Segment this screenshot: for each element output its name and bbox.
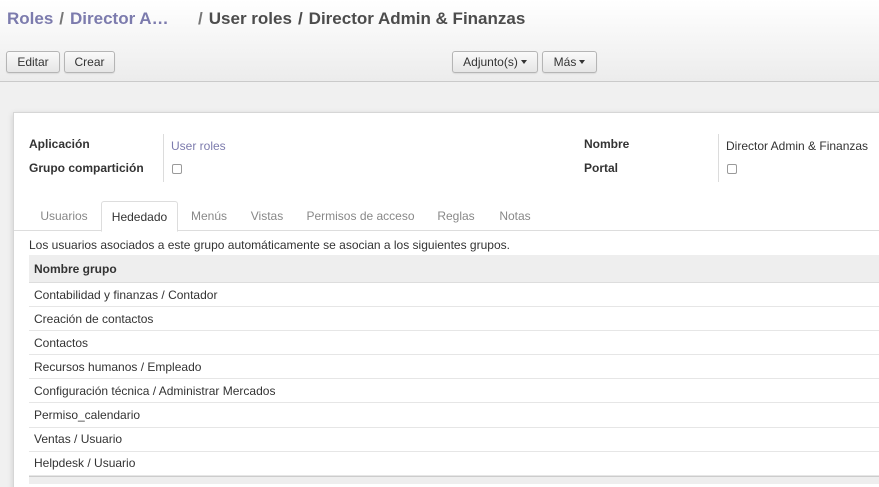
inherited-groups-table: Nombre grupo Contabilidad y finanzas / C…: [29, 255, 879, 484]
breadcrumb-separator: /: [297, 9, 303, 28]
create-button-label: Crear: [74, 55, 105, 69]
attachments-label: Adjunto(s): [463, 55, 518, 69]
caret-down-icon: [520, 60, 527, 64]
column-header-label: Nombre grupo: [34, 261, 117, 276]
portal-checkbox[interactable]: [727, 164, 737, 174]
breadcrumb-separator: /: [59, 9, 65, 28]
breadcrumb-current: Director Admin & Finanzas: [308, 9, 526, 28]
table-row[interactable]: Helpdesk / Usuario: [29, 452, 879, 476]
tab-reglas[interactable]: Reglas: [427, 201, 485, 231]
name-field[interactable]: Director Admin & Finanzas: [726, 139, 868, 153]
table-row[interactable]: Contabilidad y finanzas / Contador: [29, 283, 879, 308]
tab-hededado[interactable]: Hededado: [101, 201, 178, 232]
tab-menus[interactable]: Menús: [182, 201, 236, 231]
tab-usuarios[interactable]: Usuarios: [30, 201, 98, 231]
more-dropdown[interactable]: Más: [542, 51, 597, 73]
form-sheet: Aplicación User roles Grupo compartición…: [13, 112, 879, 487]
edit-button-label: Editar: [17, 55, 49, 69]
breadcrumb-roles[interactable]: Roles: [7, 9, 53, 29]
column-header-group-name[interactable]: Nombre grupo: [29, 255, 879, 283]
table-row[interactable]: Recursos humanos / Empleado: [29, 355, 879, 380]
application-label: Aplicación: [29, 137, 90, 151]
caret-down-icon: [579, 60, 586, 64]
portal-label: Portal: [584, 161, 619, 175]
table-row[interactable]: Ventas / Usuario: [29, 428, 879, 452]
tab-vistas[interactable]: Vistas: [240, 201, 294, 231]
edit-button[interactable]: Editar: [6, 51, 60, 73]
share-group-label: Grupo compartición: [29, 161, 144, 175]
field-divider: [163, 134, 164, 182]
inherited-description: Los usuarios asociados a este grupo auto…: [29, 238, 510, 252]
create-button[interactable]: Crear: [64, 51, 115, 73]
table-row[interactable]: Creación de contactos: [29, 307, 879, 332]
breadcrumb-separator: /: [198, 9, 203, 28]
tab-notas[interactable]: Notas: [489, 201, 541, 231]
notebook-tabs: Usuarios Hededado Menús Vistas Permisos …: [14, 201, 879, 232]
share-group-checkbox[interactable]: [172, 164, 182, 174]
more-label: Más: [553, 55, 577, 69]
breadcrumb-role-record[interactable]: Director Admin & Finanzas: [70, 9, 178, 29]
table-row[interactable]: Contactos: [29, 331, 879, 356]
breadcrumb: Roles / Director Admin & Finanzas / User…: [7, 9, 525, 29]
tab-permisos-acceso[interactable]: Permisos de acceso: [299, 201, 422, 231]
breadcrumb-user-roles: User roles: [208, 9, 292, 28]
table-row[interactable]: Configuración técnica / Administrar Merc…: [29, 379, 879, 404]
field-divider: [718, 134, 719, 182]
attachments-dropdown[interactable]: Adjunto(s): [452, 51, 538, 73]
control-panel: Roles / Director Admin & Finanzas / User…: [0, 0, 879, 82]
name-label: Nombre: [584, 137, 630, 151]
application-field[interactable]: User roles: [171, 139, 226, 153]
table-row[interactable]: Permiso_calendario: [29, 403, 879, 428]
table-footer: [29, 475, 879, 484]
